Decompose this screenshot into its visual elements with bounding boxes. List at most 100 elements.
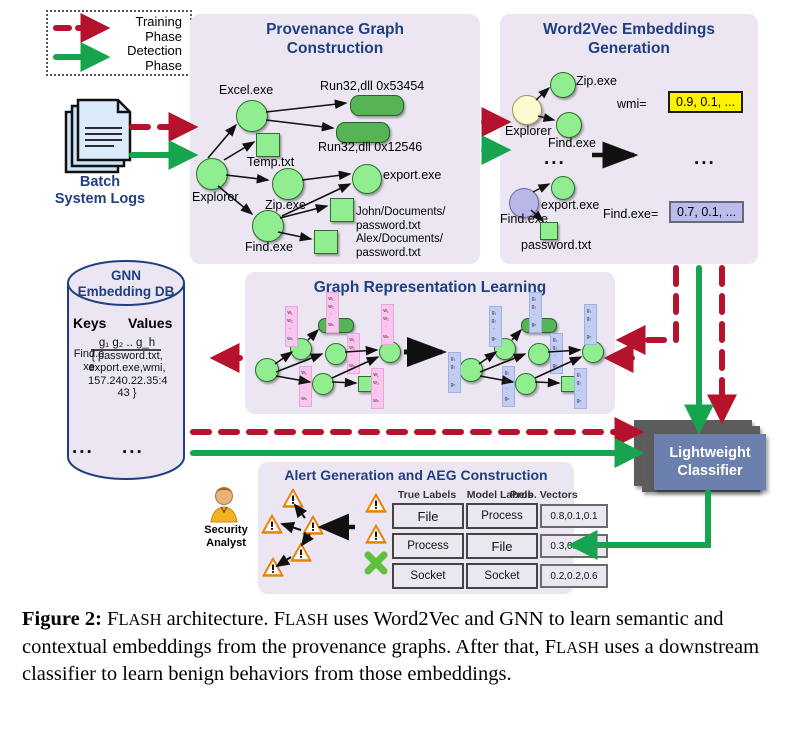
pgc-node-zip [272, 168, 304, 200]
w2v-title-line1: Word2Vec Embeddings [543, 21, 715, 38]
legend-training-line2: Phase [145, 29, 182, 44]
grl-left-vector-5 [299, 366, 312, 407]
pgc-label-run32-a: Run32,dll 0x53454 [320, 79, 425, 93]
aeg-prob-vector-row3: 0.2,0.2,0.6 [540, 564, 608, 588]
pgc-title-line2: Construction [286, 40, 384, 57]
pgc-path-john-dir: John/Documents/ [356, 206, 446, 218]
w2v-vector-wmi: 0.9, 0.1, ... [668, 91, 744, 113]
db-value-row1: g₁ g₂ .. g_h { password.txt, export.exe,… [88, 337, 168, 400]
pgc-node-export [352, 164, 382, 194]
classifier-label-line1: Lightweight [669, 445, 751, 461]
aeg-header-true-labels: True Labels [397, 489, 457, 501]
pgc-label-excel: Excel.exe [219, 83, 274, 97]
grl-right-vector-3 [550, 333, 563, 374]
pgc-path-alex-dir: Alex/Documents/ [356, 233, 443, 245]
aeg-true-label-row3: Socket [392, 563, 464, 589]
pgc-label-run32-b: Run32,dll 0x12546 [318, 140, 423, 154]
legend-training-line1: Training [135, 14, 182, 29]
pgc-label-paths: John/Documents/ password.txt Alex/Docume… [356, 206, 474, 260]
w2v-node-export [551, 176, 575, 200]
aeg-true-label-row1: File [392, 503, 464, 529]
source-label-line1: Batch [79, 174, 121, 190]
grl-left-vector-4 [381, 304, 394, 345]
pgc-path-alex-file: password.txt [356, 246, 421, 259]
legend-detection-label: Detection Phase [102, 43, 182, 73]
w2v-label-zip: Zip.exe [576, 74, 617, 88]
pgc-node-file-alex [314, 230, 338, 254]
pgc-node-explorer [196, 158, 228, 190]
source-label: Batch System Logs [40, 174, 160, 208]
w2v-node-find-top [556, 112, 582, 138]
pgc-node-find [252, 210, 284, 242]
figure-caption: Figure 2: FLASH architecture. FLASH uses… [22, 606, 782, 689]
pgc-label-explorer: Explorer [192, 190, 239, 204]
db-column-values: Values [128, 315, 173, 331]
classifier-box[interactable]: Lightweight Classifier [654, 434, 766, 490]
grl-right-vector-7 [448, 352, 461, 393]
w2v-ellipsis-left: ... [544, 148, 566, 169]
classifier-label-line2: Classifier [677, 463, 743, 479]
pgc-node-excel [236, 100, 268, 132]
db-title-line2: Embedding DB [77, 284, 175, 299]
aeg-model-label-row2: File [466, 533, 538, 559]
aeg-prob-vector-row1: 0.8,0.1,0.1 [540, 504, 608, 528]
w2v-label-password: password.txt [521, 238, 592, 252]
grl-right-node-b [528, 343, 550, 365]
grl-left-node-root [255, 358, 279, 382]
aeg-true-label-row2: Process [392, 533, 464, 559]
panel-pgc-title: Provenance Graph Construction [190, 20, 480, 58]
db-value-set-line2: export.exe,wmi, [88, 362, 166, 374]
w2v-ellipsis-right: ... [694, 148, 716, 169]
panel-aeg-title: Alert Generation and AEG Construction [258, 466, 574, 485]
w2v-node-zip [550, 72, 576, 98]
grl-right-node-d [515, 373, 537, 395]
panel-grl-title: Graph Representation Learning [245, 278, 615, 297]
caption-text: FLASH architecture. FLASH uses Word2Vec … [22, 608, 760, 685]
db-value-embedding: g₁ g₂ .. g_h [98, 337, 156, 349]
panel-w2v-title: Word2Vec Embeddings Generation [500, 20, 758, 58]
grl-right-vector-2 [529, 292, 542, 333]
w2v-key-find: Find.exe= [603, 207, 659, 221]
pgc-label-export: export.exe [383, 168, 442, 182]
pgc-label-find: Find.exe [245, 240, 293, 254]
db-title-line1: GNN [111, 268, 141, 283]
grl-left-vector-2 [326, 292, 339, 333]
grl-right-vector-4 [584, 304, 597, 345]
db-value-more: ... [122, 437, 144, 458]
grl-right-vector-6 [574, 368, 587, 409]
legend-training-label: Training Phase [106, 14, 182, 44]
aeg-title-text: Alert Generation and AEG Construction [284, 467, 548, 483]
db-key-more: ... [72, 437, 94, 458]
db-value-set-line1: { password.txt, [91, 349, 163, 362]
w2v-title-line2: Generation [588, 40, 670, 57]
w2v-vector-find: 0.7, 0.1, ... [669, 201, 745, 223]
legend-detection-line1: Detection [127, 43, 182, 58]
pgc-path-john-file: password.txt [356, 219, 421, 232]
db-title: GNN Embedding DB [68, 268, 184, 300]
figure-diagram: Training Phase Detection Phase Provenanc… [0, 0, 800, 600]
grl-left-vector-1 [285, 306, 298, 347]
grl-left-node-d [312, 373, 334, 395]
aeg-model-label-row3: Socket [466, 563, 538, 589]
pgc-label-temp: Temp.txt [247, 155, 295, 169]
source-label-line2: System Logs [54, 191, 146, 207]
aeg-header-prob-vectors: Prob. Vectors [510, 489, 578, 501]
pgc-node-temp [256, 133, 280, 157]
analyst-label: Security Analyst [192, 524, 260, 550]
w2v-label-export: export.exe [541, 198, 600, 212]
db-value-set-line3: 157.240.22.35:4 [88, 374, 168, 387]
analyst-label-line1: Security [204, 524, 248, 536]
db-value-set-line4: 43 } [117, 387, 137, 399]
db-column-keys: Keys [73, 315, 107, 331]
grl-right-vector-1 [489, 306, 502, 347]
aeg-model-label-row1: Process [466, 503, 538, 529]
grl-right-vector-5 [502, 366, 515, 407]
legend-detection-line2: Phase [145, 58, 182, 73]
analyst-label-line2: Analyst [206, 537, 246, 549]
w2v-label-explorer: Explorer [505, 124, 552, 138]
caption-prefix: Figure 2: [22, 608, 102, 630]
pgc-title-line1: Provenance Graph [266, 21, 404, 38]
grl-right-node-root [459, 358, 483, 382]
grl-title-text: Graph Representation Learning [313, 279, 547, 296]
w2v-key-wmi: wmi= [617, 97, 647, 111]
